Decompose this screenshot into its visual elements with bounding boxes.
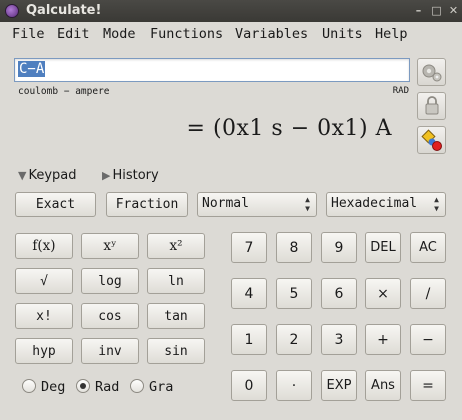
digit-1-button[interactable]: 1: [231, 324, 267, 355]
radio-deg[interactable]: Deg: [22, 379, 65, 395]
menu-units[interactable]: Units: [322, 26, 363, 42]
function-fx-button[interactable]: f(x): [15, 233, 73, 259]
store-button[interactable]: [417, 92, 446, 120]
triangle-right-icon: ▶: [102, 169, 111, 182]
window-title: Qalculate!: [26, 3, 102, 18]
menu-help[interactable]: Help: [375, 26, 408, 42]
sin-button[interactable]: sin: [147, 338, 205, 364]
equals-button[interactable]: =: [410, 370, 446, 401]
triangle-down-icon: ▼: [18, 169, 27, 182]
inv-button[interactable]: inv: [81, 338, 139, 364]
app-icon: [5, 4, 19, 18]
updown-chevron-icon: ▲ ▼: [434, 195, 439, 213]
digit-5-button[interactable]: 5: [276, 278, 312, 309]
lock-icon: [425, 96, 439, 115]
title-bar: Qalculate! – □ ✕: [0, 0, 462, 22]
all-clear-button[interactable]: AC: [410, 232, 446, 263]
divide-button[interactable]: /: [410, 278, 446, 309]
radio-rad[interactable]: Rad: [76, 379, 119, 395]
fraction-button[interactable]: Fraction: [106, 192, 188, 217]
answer-button[interactable]: Ans: [365, 370, 401, 401]
radio-rad-label: Rad: [95, 379, 120, 395]
menu-edit[interactable]: Edit: [57, 26, 90, 42]
radio-deg-indicator: [22, 379, 36, 393]
keypad-label: Keypad: [28, 168, 77, 183]
keypad-toggle[interactable]: ▼ Keypad: [18, 168, 77, 183]
convert-button[interactable]: [417, 126, 446, 154]
multiply-button[interactable]: ×: [365, 278, 401, 309]
digit-9-button[interactable]: 9: [321, 232, 357, 263]
number-base-select[interactable]: Hexadecimal ▲ ▼: [326, 192, 446, 217]
gear-icon: [422, 64, 442, 82]
factorial-button[interactable]: x!: [15, 303, 73, 329]
updown-chevron-icon: ▲ ▼: [305, 195, 310, 213]
menu-bar: File Edit Mode Functions Variables Units…: [0, 22, 462, 46]
log-button[interactable]: log: [81, 268, 139, 294]
display-mode-value: Normal: [202, 196, 249, 211]
display-mode-select[interactable]: Normal ▲ ▼: [197, 192, 317, 217]
hyp-button[interactable]: hyp: [15, 338, 73, 364]
expression-input[interactable]: C−A: [14, 58, 410, 82]
exact-button[interactable]: Exact: [15, 192, 96, 217]
convert-units-icon: [421, 129, 442, 151]
parsed-expression: coulomb − ampere: [18, 86, 110, 97]
number-base-value: Hexadecimal: [331, 196, 418, 211]
digit-7-button[interactable]: 7: [231, 232, 267, 263]
execute-button[interactable]: [417, 58, 446, 86]
radio-gra-indicator: [130, 379, 144, 393]
menu-mode[interactable]: Mode: [103, 26, 136, 42]
delete-button[interactable]: DEL: [365, 232, 401, 263]
sqrt-button[interactable]: √: [15, 268, 73, 294]
digit-0-button[interactable]: 0: [231, 370, 267, 401]
decimal-point-button[interactable]: ·: [276, 370, 312, 401]
menu-functions[interactable]: Functions: [150, 26, 223, 42]
digit-6-button[interactable]: 6: [321, 278, 357, 309]
maximize-icon[interactable]: □: [429, 3, 444, 18]
radio-gra-label: Gra: [149, 379, 174, 395]
power-button[interactable]: xʸ: [81, 233, 139, 259]
cos-button[interactable]: cos: [81, 303, 139, 329]
history-label: History: [112, 168, 159, 183]
minimize-icon[interactable]: –: [411, 3, 426, 18]
menu-variables[interactable]: Variables: [235, 26, 308, 42]
history-toggle[interactable]: ▶ History: [102, 168, 159, 183]
plus-button[interactable]: +: [365, 324, 401, 355]
radio-gra[interactable]: Gra: [130, 379, 173, 395]
tan-button[interactable]: tan: [147, 303, 205, 329]
expression-text: C−A: [18, 61, 46, 77]
ln-button[interactable]: ln: [147, 268, 205, 294]
digit-2-button[interactable]: 2: [276, 324, 312, 355]
square-button[interactable]: x²: [147, 233, 205, 259]
digit-4-button[interactable]: 4: [231, 278, 267, 309]
close-icon[interactable]: ✕: [446, 3, 461, 18]
radio-deg-label: Deg: [41, 379, 66, 395]
minus-button[interactable]: −: [410, 324, 446, 355]
digit-8-button[interactable]: 8: [276, 232, 312, 263]
digit-3-button[interactable]: 3: [321, 324, 357, 355]
menu-file[interactable]: File: [12, 26, 45, 42]
radio-rad-indicator: [76, 379, 90, 393]
angle-mode-indicator: RAD: [392, 86, 409, 96]
result-display: = (0x1 s − 0x1) A: [186, 116, 392, 141]
exp-button[interactable]: EXP: [321, 370, 357, 401]
